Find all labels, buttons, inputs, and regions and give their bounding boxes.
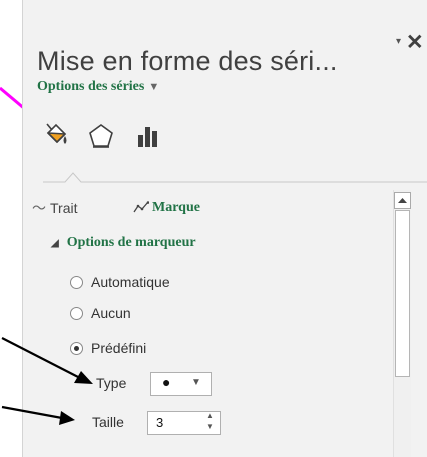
marker-type-value: ●: [162, 374, 171, 390]
marker-options-section[interactable]: ◢ Options de marqueur: [51, 235, 196, 251]
line-icon: 〜: [32, 200, 46, 216]
spin-down-icon[interactable]: ▼: [206, 422, 214, 431]
marker-size-spinner[interactable]: 3 ▲ ▼: [147, 411, 221, 435]
radio-automatic-label: Automatique: [91, 274, 170, 290]
subtab-marker-label: Marque: [152, 200, 200, 215]
chevron-down-icon: ▼: [191, 377, 201, 388]
subtab-line[interactable]: 〜 Trait: [32, 198, 77, 218]
annotation-arrows-black: [1, 337, 93, 425]
marker-options-label: Options de marqueur: [66, 235, 196, 250]
radio-none[interactable]: Aucun: [70, 305, 131, 321]
scroll-up-button[interactable]: [394, 192, 411, 209]
radio-none-label: Aucun: [91, 305, 131, 321]
radio-button-none[interactable]: [70, 306, 83, 320]
selected-tab-indicator: [43, 172, 427, 183]
marker-line-icon: [133, 201, 150, 213]
subtab-marker[interactable]: Marque: [133, 198, 200, 216]
vertical-scrollbar[interactable]: [393, 190, 411, 457]
chevron-down-icon: ▼: [148, 81, 160, 93]
scroll-thumb[interactable]: [395, 210, 410, 377]
radio-automatic[interactable]: Automatique: [70, 274, 170, 290]
tab-fill-line[interactable]: [37, 118, 73, 154]
close-button[interactable]: ✕: [406, 30, 424, 55]
bar-chart-icon: [138, 127, 157, 147]
collapse-triangle-icon: ◢: [51, 238, 59, 249]
spin-up-icon[interactable]: ▲: [206, 411, 214, 420]
subtab-line-label: Trait: [50, 200, 78, 216]
tab-series-options[interactable]: [130, 118, 166, 154]
pane-menu-dropdown[interactable]: ▾: [396, 36, 401, 47]
paint-bucket-icon: [46, 123, 67, 144]
pentagon-icon: [89, 124, 113, 148]
marker-type-select[interactable]: ● ▼: [150, 372, 212, 396]
scroll-up-arrow-icon: [398, 198, 407, 203]
tab-effects[interactable]: [83, 118, 119, 154]
series-options-label: Options des séries: [37, 79, 145, 94]
marker-size-value: 3: [156, 415, 164, 430]
radio-button-automatic[interactable]: [70, 275, 83, 289]
pane-title: Mise en forme des séri...: [37, 46, 338, 76]
series-options-dropdown[interactable]: Options des séries ▼: [37, 79, 159, 95]
